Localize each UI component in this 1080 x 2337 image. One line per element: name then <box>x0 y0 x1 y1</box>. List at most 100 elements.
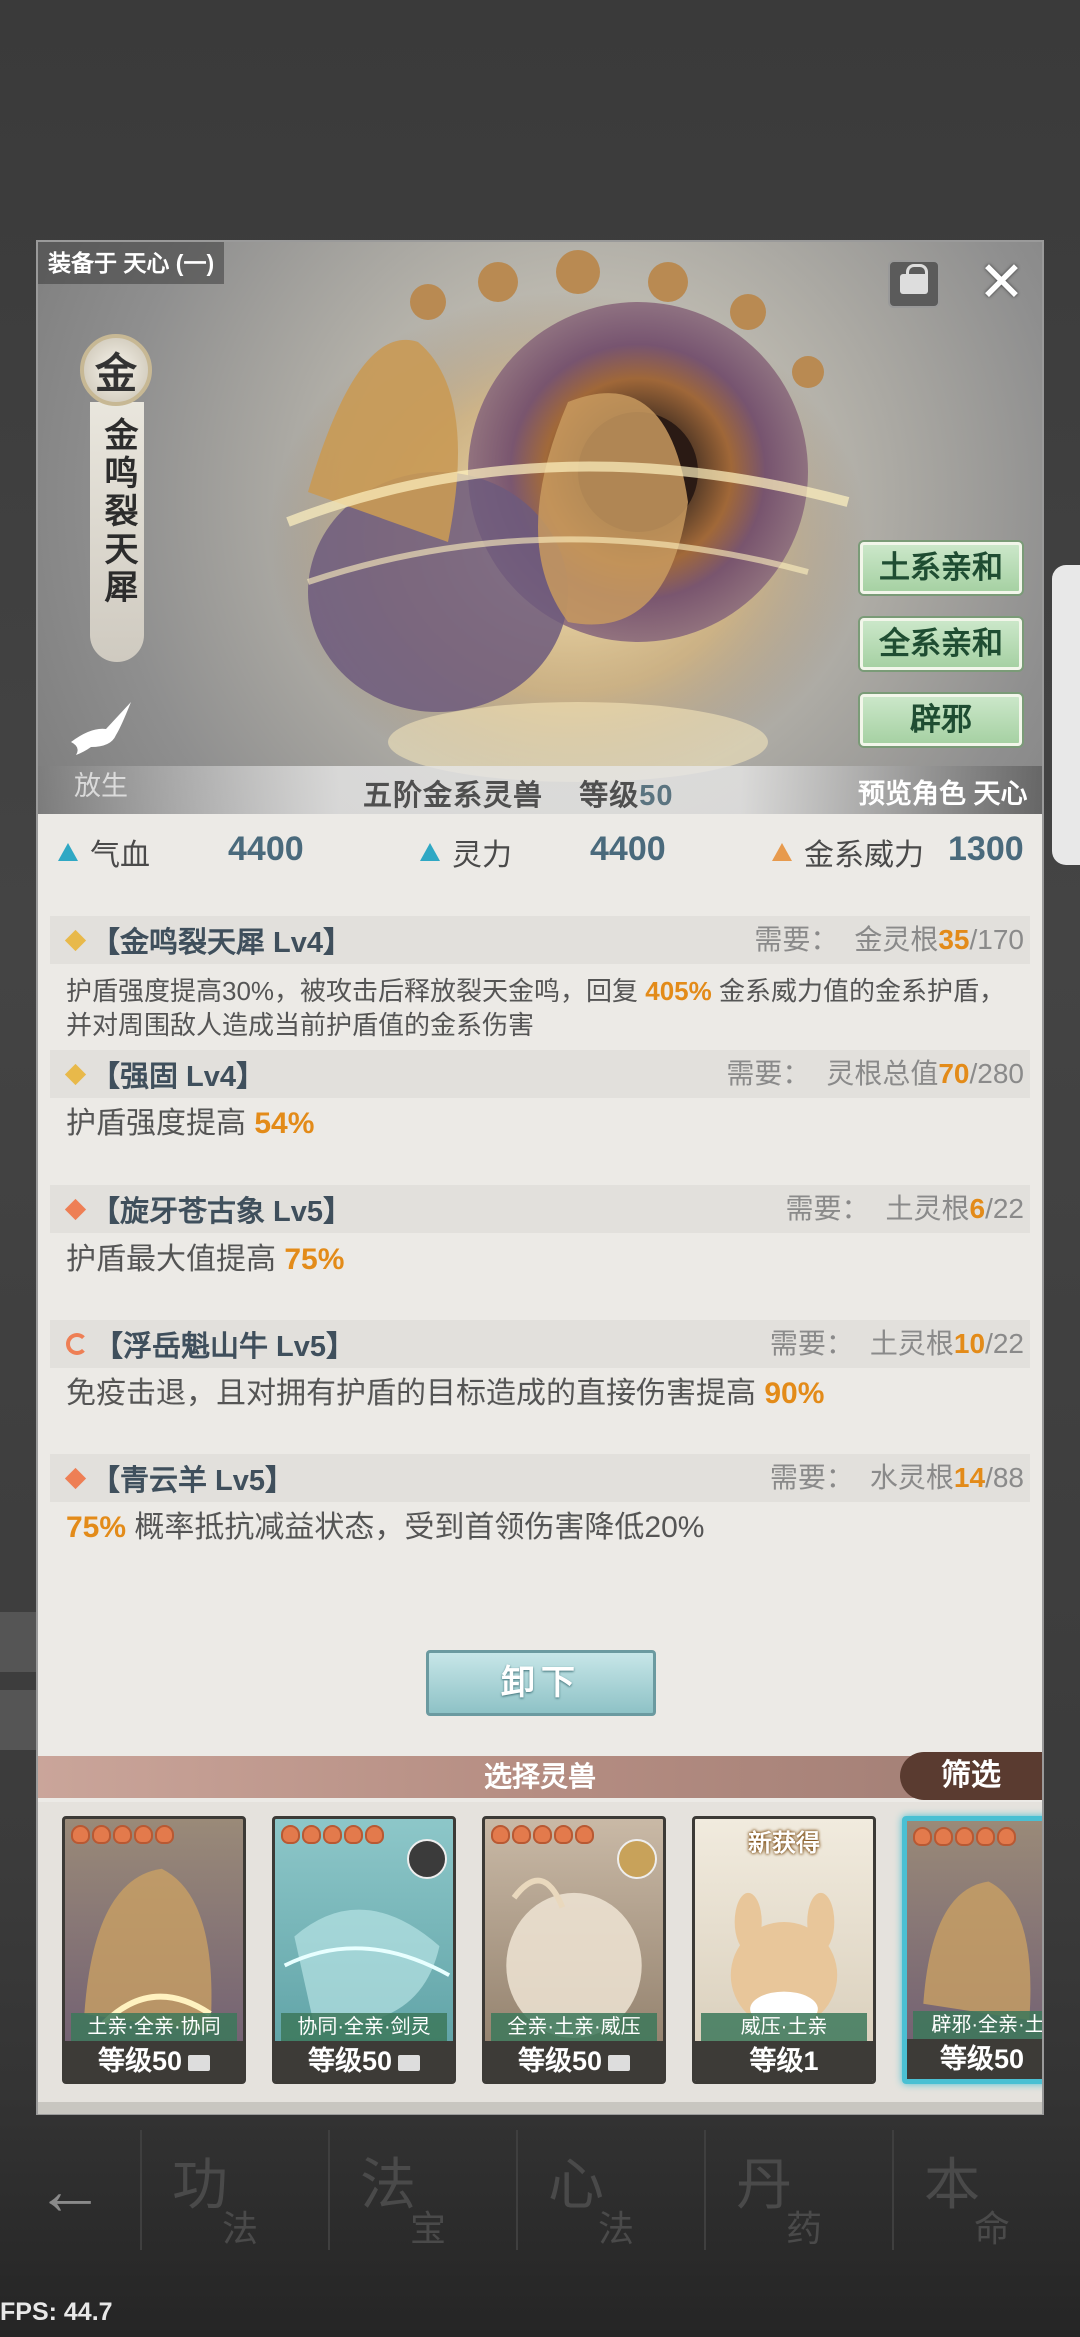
stat-label: 金系威力 <box>804 839 924 872</box>
req-current: 70 <box>938 1058 970 1089</box>
nav-item-benming[interactable]: 本命 <box>892 2130 1080 2250</box>
diamond-icon <box>64 1063 87 1085</box>
nav-label: 心 <box>548 2153 604 2218</box>
nav-item-fabao[interactable]: 法宝 <box>328 2130 516 2250</box>
card-level: 等级50 <box>65 2041 243 2081</box>
beast-card[interactable]: 协同·全亲·剑灵 等级50 <box>272 1816 456 2084</box>
nav-label: 法 <box>360 2153 416 2218</box>
panel-bottom-edge <box>38 2102 1042 2114</box>
skill-requirement: 需要： 土灵根6/22 <box>785 1185 1024 1233</box>
desc-highlight: 54% <box>254 1107 315 1140</box>
desc-highlight: 75% <box>284 1243 345 1276</box>
req-label: 水灵根 <box>869 1462 954 1493</box>
lock-button[interactable] <box>888 260 940 308</box>
card-level-text: 等级50 <box>939 2044 1025 2074</box>
desc-text: 免疫击退，且对拥有护盾的目标造成的直接伤害提高 <box>66 1377 765 1410</box>
req-max: /88 <box>985 1462 1024 1493</box>
trait-earth-affinity[interactable]: 土系亲和 <box>860 542 1022 594</box>
req-label: 土灵根 <box>885 1193 970 1224</box>
card-level-text: 等级50 <box>517 2046 603 2076</box>
card-tags: 协同·全亲·剑灵 <box>281 2013 447 2041</box>
preview-character[interactable]: 预览角色 天心 <box>858 772 1028 811</box>
need-label: 需要： <box>726 1058 811 1089</box>
req-label: 土灵根 <box>869 1328 954 1359</box>
need-label: 需要： <box>754 924 839 955</box>
element-badge: 金 <box>80 334 152 406</box>
lock-icon <box>398 2054 421 2071</box>
skill-header: 【浮岳魁山牛 Lv5】 需要： 土灵根10/22 <box>50 1320 1030 1368</box>
skill-description: 护盾最大值提高 75% <box>66 1240 1026 1280</box>
side-scroll-tab[interactable] <box>1052 565 1080 865</box>
level-value: 50 <box>639 780 674 812</box>
req-label: 灵根总值 <box>826 1058 939 1089</box>
skill-header: 【金鸣裂天犀 Lv4】 需要： 金灵根35/170 <box>50 916 1030 964</box>
stat-label: 灵力 <box>452 839 512 872</box>
skill-description: 护盾强度提高30%，被攻击后释放裂天金鸣，回复 405% 金系威力值的金系护盾，… <box>66 974 1026 1042</box>
beast-name: 金鸣裂天犀 <box>98 417 138 607</box>
beast-card[interactable]: 全亲·土亲·威压 等级50 <box>482 1816 666 2084</box>
skill-requirement: 需要： 水灵根14/88 <box>770 1454 1024 1502</box>
unload-button[interactable]: 卸下 <box>426 1650 656 1716</box>
triangle-icon <box>772 843 792 861</box>
nav-sublabel: 命 <box>974 2209 1011 2250</box>
close-icon[interactable]: ✕ <box>978 254 1025 310</box>
lock-icon <box>188 2054 211 2071</box>
stat-spirit-value: 4400 <box>590 830 666 868</box>
need-label: 需要： <box>769 1462 854 1493</box>
nav-sublabel: 法 <box>222 2209 259 2250</box>
diamond-icon <box>64 1198 87 1220</box>
beast-card-list[interactable]: 土亲·全亲·协同 等级50 协同·全亲·剑灵 等级50 全亲·土亲·威压 等级5… <box>38 1802 1042 2102</box>
back-arrow-icon[interactable]: ← <box>0 2150 140 2230</box>
beast-illustration <box>268 250 868 792</box>
skill-header: 【旋牙苍古象 Lv5】 需要： 土灵根6/22 <box>50 1185 1030 1233</box>
skill-description: 免疫击退，且对拥有护盾的目标造成的直接伤害提高 90% <box>66 1374 1026 1414</box>
diamond-icon <box>64 1467 87 1489</box>
spirit-beast-panel: 装备于 天心 (一) ✕ 金 金鸣裂天犀 放生 土系亲和 全系亲和 辟邪 五阶金… <box>36 240 1044 2115</box>
tier-level-text: 五阶金系灵兽 等级50 <box>363 772 674 814</box>
beast-card[interactable]: 新获得 威压·土亲 等级1 <box>692 1816 876 2084</box>
level-label: 等级 <box>579 780 640 812</box>
req-label: 金灵根 <box>854 924 939 955</box>
fps-counter: FPS: 44.7 <box>0 2298 113 2326</box>
skill-name: 【青云羊 Lv5】 <box>91 1465 295 1497</box>
select-beast-bar: 选择灵兽 <box>38 1756 1042 1798</box>
nav-sublabel: 法 <box>598 2209 635 2250</box>
desc-highlight: 90% <box>764 1377 825 1410</box>
req-current: 14 <box>953 1462 986 1493</box>
nav-label: 丹 <box>736 2153 792 2218</box>
skill-requirement: 需要： 金灵根35/170 <box>754 916 1024 964</box>
nav-item-danyao[interactable]: 丹药 <box>704 2130 892 2250</box>
skill-name: 【强固 Lv4】 <box>91 1061 266 1093</box>
need-label: 需要： <box>785 1193 870 1224</box>
req-current: 6 <box>969 1193 986 1224</box>
equipped-on-label: 装备于 天心 (一) <box>38 242 225 284</box>
stats-row: 气血 4400 灵力 4400 金系威力 1300 <box>38 830 1042 890</box>
stat-hp: 气血 <box>58 830 150 874</box>
beast-card-selected[interactable]: 辟邪·全亲·土 等级50 <box>902 1816 1042 2084</box>
req-current: 10 <box>953 1328 986 1359</box>
nav-item-xinfa[interactable]: 心法 <box>516 2130 704 2250</box>
triangle-icon <box>58 843 78 861</box>
card-tags: 威压·土亲 <box>701 2013 867 2041</box>
desc-text: 护盾强度提高 <box>66 1107 255 1140</box>
trait-all-affinity[interactable]: 全系亲和 <box>860 618 1022 670</box>
skill-requirement: 需要： 灵根总值70/280 <box>726 1050 1024 1098</box>
req-max: /22 <box>985 1193 1024 1224</box>
trait-ward-evil[interactable]: 辟邪 <box>860 694 1022 746</box>
card-tags: 土亲·全亲·协同 <box>71 2013 237 2041</box>
beast-card[interactable]: 土亲·全亲·协同 等级50 <box>62 1816 246 2084</box>
triangle-icon <box>420 843 440 861</box>
card-tags: 辟邪·全亲·土 <box>913 2011 1042 2039</box>
card-level-text: 等级1 <box>749 2046 819 2076</box>
tier-label: 五阶金系灵兽 <box>363 780 544 812</box>
filter-button[interactable]: 筛选 <box>900 1752 1042 1800</box>
req-max: /170 <box>969 924 1025 955</box>
skill-description: 75% 概率抵抗减益状态，受到首领伤害降低20% <box>66 1508 1026 1548</box>
bg-side-tab <box>0 1690 40 1750</box>
nav-item-gongfa[interactable]: 功法 <box>140 2130 328 2250</box>
req-max: /22 <box>985 1328 1024 1359</box>
bottom-nav: ← 功法 法宝 心法 丹药 本命 <box>0 2130 1080 2250</box>
stat-spirit: 灵力 <box>420 830 512 874</box>
card-level-text: 等级50 <box>307 2046 393 2076</box>
dove-icon <box>71 702 131 755</box>
